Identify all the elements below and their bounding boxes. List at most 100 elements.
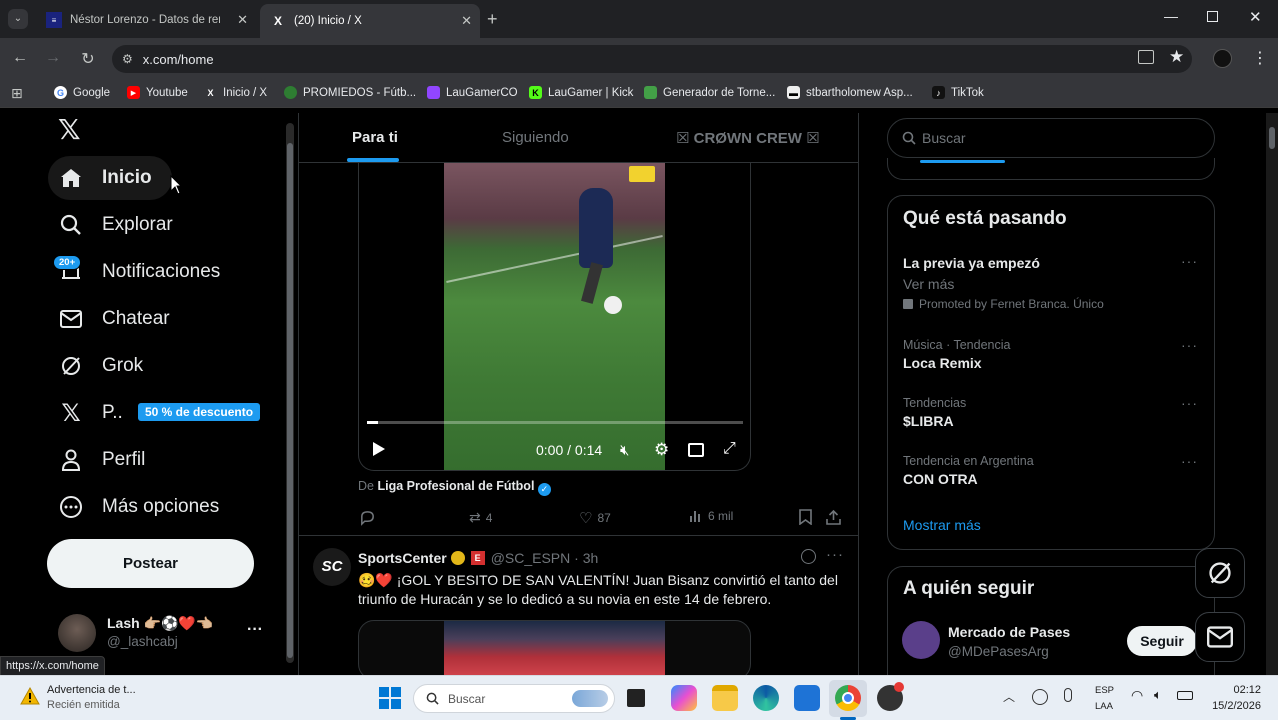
tab-following[interactable]: Siguiendo	[502, 129, 569, 146]
minimize-button[interactable]: —	[1164, 8, 1178, 24]
close-icon[interactable]: ✕	[461, 13, 472, 29]
taskbar-search[interactable]: Buscar	[413, 684, 615, 713]
tweet-more-icon[interactable]: ···	[826, 546, 844, 563]
task-view-icon[interactable]	[627, 689, 645, 707]
tray-app-icon[interactable]	[1032, 689, 1048, 705]
trend-more-icon[interactable]: ···	[1181, 253, 1198, 269]
browser-tab-1[interactable]: ≡ Néstor Lorenzo - Datos de ren ✕	[36, 6, 256, 34]
bookmark-youtube[interactable]: ▶ Youtube	[127, 86, 188, 99]
bookmark-tiktok[interactable]: ♪ TikTok	[932, 86, 984, 99]
profile-avatar[interactable]	[1213, 49, 1232, 68]
forward-button[interactable]: →	[43, 49, 63, 67]
close-window-button[interactable]: ✕	[1249, 8, 1262, 26]
microphone-icon[interactable]	[1064, 688, 1072, 702]
tab-crown-crew[interactable]: ☒ CRØWN CREW ☒	[676, 129, 820, 147]
search-box[interactable]: Buscar	[887, 118, 1215, 158]
tweet-media[interactable]	[358, 620, 751, 675]
trend-more-icon[interactable]: ···	[1181, 395, 1198, 411]
browser-menu-icon[interactable]: ⋮	[1252, 48, 1268, 68]
nav-premium[interactable]: 𝕏 P..	[48, 391, 122, 435]
fullscreen-icon[interactable]: ⤢	[723, 440, 736, 458]
bookmark-icon[interactable]	[799, 509, 817, 525]
nav-profile[interactable]: Perfil	[48, 438, 145, 482]
nav-more-options[interactable]: Más opciones	[48, 485, 219, 529]
video-progress-track[interactable]	[367, 421, 743, 424]
volume-icon[interactable]: 🔈︎	[1154, 687, 1162, 703]
trend-more-icon[interactable]: ···	[1181, 453, 1198, 469]
messages-floating-button[interactable]	[1195, 612, 1245, 662]
views-button[interactable]: 6 mil	[689, 509, 733, 523]
browser-tab-2[interactable]: X (20) Inicio / X ✕	[260, 4, 480, 38]
reload-button[interactable]: ↻	[78, 49, 98, 69]
bookmark-google[interactable]: G Google	[54, 86, 110, 99]
back-button[interactable]: ←	[10, 49, 30, 67]
bookmark-inicio-x[interactable]: X Inicio / X	[204, 86, 267, 99]
bookmark-laugamer-kick[interactable]: K LauGamer | Kick	[529, 86, 633, 99]
trend-item[interactable]: Tendencia en Argentina CON OTRA	[903, 454, 1034, 487]
wifi-icon[interactable]: ◠	[1131, 687, 1143, 704]
scrollbar-thumb[interactable]	[287, 143, 293, 658]
nav-chat[interactable]: Chatear	[48, 297, 170, 341]
warning-icon[interactable]	[20, 686, 40, 710]
trend-more-icon[interactable]: ···	[1181, 337, 1198, 353]
post-button[interactable]: Postear	[47, 539, 254, 588]
clock-time[interactable]: 02:12	[1218, 684, 1261, 696]
reply-button[interactable]	[359, 509, 381, 526]
play-button[interactable]	[372, 441, 386, 462]
app-icon[interactable]	[877, 682, 904, 711]
video-player[interactable]: 0:00 / 0:14 🔇︎ ⚙ ⤢	[358, 163, 751, 471]
trend-item[interactable]: Música · Tendencia Loca Remix	[903, 338, 1010, 371]
bookmark-laugamerco[interactable]: LauGamerCO	[427, 86, 518, 99]
close-icon[interactable]: ✕	[237, 12, 248, 28]
bookmark-promiedos[interactable]: PROMIEDOS - Fútb...	[284, 86, 416, 99]
nav-home[interactable]: Inicio	[48, 156, 172, 200]
address-bar[interactable]: ⚙ x.com/home	[112, 45, 1192, 73]
language-top[interactable]: ESP	[1095, 685, 1114, 696]
show-more-link[interactable]: Mostrar más	[903, 517, 981, 533]
bookmark-generador[interactable]: Generador de Torne...	[644, 86, 775, 99]
tab-search-button[interactable]: ⌄	[8, 9, 28, 29]
tray-chevron-icon[interactable]: ︿	[1003, 688, 1015, 705]
trend-item[interactable]: La previa ya empezó Ver más Promoted by …	[903, 255, 1104, 311]
repost-button[interactable]: ⇄ 4	[469, 509, 492, 526]
grok-floating-button[interactable]	[1195, 548, 1245, 598]
scrollbar-thumb[interactable]	[1269, 127, 1275, 149]
store-icon[interactable]	[794, 685, 820, 711]
author-name[interactable]: SportsCenter	[358, 550, 447, 566]
install-app-icon[interactable]	[1138, 50, 1154, 64]
weather-title[interactable]: Advertencia de t...	[47, 684, 136, 696]
sidebar-scrollbar[interactable]	[286, 123, 294, 663]
clock-date[interactable]: 15/2/2026	[1203, 700, 1261, 712]
new-tab-button[interactable]: +	[487, 9, 498, 30]
page-scrollbar[interactable]	[1266, 113, 1278, 675]
site-info-icon[interactable]: ⚙	[122, 52, 133, 66]
bookmark-star-icon[interactable]: ★	[1169, 47, 1184, 67]
trend-item[interactable]: Tendencias $LIBRA	[903, 396, 966, 429]
avatar[interactable]	[902, 621, 940, 659]
source-account[interactable]: Liga Profesional de Fútbol	[377, 479, 534, 493]
avatar[interactable]: SC	[313, 548, 351, 586]
nav-grok[interactable]: Grok	[48, 344, 143, 388]
share-icon[interactable]	[826, 509, 846, 525]
bookmark-stbartholomew[interactable]: ▬ stbartholomew Asp...	[787, 86, 913, 99]
tab-for-you[interactable]: Para ti	[352, 129, 398, 146]
maximize-button[interactable]	[1207, 11, 1218, 22]
tweet[interactable]: SC SportsCenter E @SC_ESPN · 3h ··· 🥴❤️ …	[299, 536, 858, 675]
mute-icon[interactable]: 🔇︎	[620, 442, 629, 459]
like-button[interactable]: ♡ 87	[579, 509, 611, 527]
settings-gear-icon[interactable]: ⚙	[654, 440, 669, 460]
pip-icon[interactable]	[688, 443, 704, 457]
suggestion-name[interactable]: Mercado de Pases	[948, 624, 1070, 640]
apps-grid-icon[interactable]: ⊞	[11, 85, 23, 102]
account-switcher[interactable]: Lash 👉🏼⚽❤️👈🏼 @_lashcabj ···	[55, 611, 275, 657]
windows-start-icon[interactable]	[379, 687, 401, 709]
follow-button[interactable]: Seguir	[1127, 626, 1197, 656]
copilot-icon[interactable]	[671, 685, 697, 711]
account-more-icon[interactable]: ···	[247, 621, 263, 639]
x-logo-icon[interactable]: 𝕏	[58, 113, 81, 146]
edge-icon[interactable]	[753, 685, 779, 711]
nav-explore[interactable]: Explorar	[48, 203, 173, 247]
battery-icon[interactable]	[1177, 691, 1193, 700]
chrome-icon[interactable]	[835, 685, 861, 711]
grok-icon[interactable]	[801, 549, 816, 564]
